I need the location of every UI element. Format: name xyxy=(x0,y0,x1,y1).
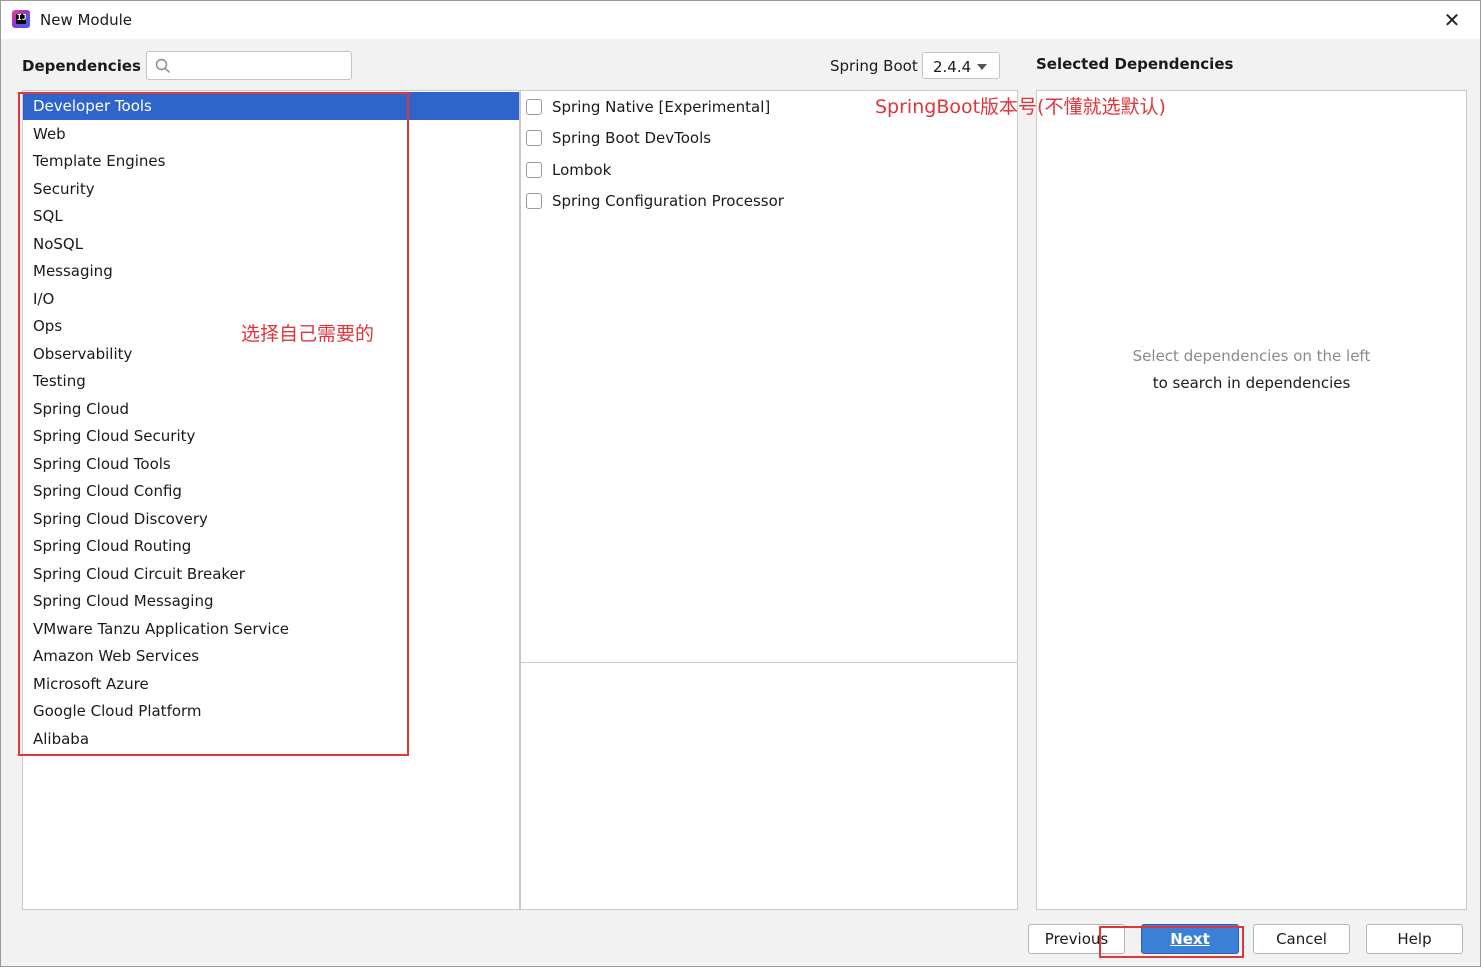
annotation-version-text: SpringBoot版本号(不懂就选默认) xyxy=(875,96,1166,118)
previous-button[interactable]: Previous xyxy=(1028,924,1125,954)
dependency-checkbox[interactable] xyxy=(526,161,542,178)
chevron-down-icon xyxy=(977,64,987,70)
cancel-button[interactable]: Cancel xyxy=(1253,924,1350,954)
app-icon-text: IJ xyxy=(17,13,27,22)
dependency-item[interactable]: Spring Boot DevTools xyxy=(525,124,711,152)
dependency-checkbox[interactable] xyxy=(526,130,542,147)
category-item[interactable]: Spring Cloud Security xyxy=(23,422,519,450)
category-item[interactable]: Spring Cloud Config xyxy=(23,477,519,505)
dependency-label: Spring Boot DevTools xyxy=(552,129,712,148)
next-button[interactable]: Next xyxy=(1141,924,1239,954)
new-module-dialog: IJ New Module ✕ Dependencies Spring Boot… xyxy=(0,0,1481,967)
spring-boot-label: Spring Boot xyxy=(830,57,918,75)
spring-boot-version-select[interactable]: 2.4.4 xyxy=(922,52,1000,79)
dependencies-label: Dependencies xyxy=(22,57,141,75)
category-item[interactable]: Testing xyxy=(23,367,519,395)
empty-hint-line2: to search in dependencies xyxy=(1152,374,1351,392)
title-bar: IJ New Module ✕ xyxy=(1,1,1480,39)
category-item[interactable]: Messaging xyxy=(23,257,519,285)
dependency-item[interactable]: Spring Native [Experimental] xyxy=(525,93,770,121)
close-icon[interactable]: ✕ xyxy=(1442,10,1462,30)
intellij-icon: IJ xyxy=(12,10,30,28)
category-item[interactable]: I/O xyxy=(23,285,519,313)
dependency-item[interactable]: Spring Configuration Processor xyxy=(525,187,784,215)
selected-dependencies-panel: Select dependencies on the left to searc… xyxy=(1036,90,1467,910)
annotation-choose-text: 选择自己需要的 xyxy=(241,323,375,345)
dependency-panel: Spring Native [Experimental] Spring Boot … xyxy=(520,90,1018,910)
category-item[interactable]: Spring Cloud Messaging xyxy=(23,587,519,615)
category-item[interactable]: NoSQL xyxy=(23,230,519,258)
search-field[interactable] xyxy=(146,51,352,80)
help-button[interactable]: Help xyxy=(1366,924,1463,954)
spring-boot-version-value: 2.4.4 xyxy=(933,58,972,76)
category-item[interactable]: Alibaba xyxy=(23,725,519,753)
category-item[interactable]: Microsoft Azure xyxy=(23,670,519,698)
category-list[interactable]: Developer Tools Web Template Engines Securi… xyxy=(22,90,520,910)
selected-dependencies-label: Selected Dependencies xyxy=(1036,55,1234,73)
search-input[interactable] xyxy=(177,55,347,76)
category-item[interactable]: Spring Cloud Routing xyxy=(23,532,519,560)
category-item[interactable]: VMware Tanzu Application Service xyxy=(23,615,519,643)
dependency-checkbox[interactable] xyxy=(526,99,542,115)
category-item[interactable]: Spring Cloud Discovery xyxy=(23,505,519,533)
search-icon xyxy=(155,58,170,73)
category-item[interactable]: Spring Cloud Tools xyxy=(23,450,519,478)
dependency-label: Spring Configuration Processor xyxy=(552,191,784,210)
category-item[interactable]: Template Engines xyxy=(23,147,519,175)
window-title: New Module xyxy=(40,11,133,29)
dependency-label: Lombok xyxy=(552,160,612,179)
category-item[interactable]: Developer Tools xyxy=(23,92,519,120)
category-item[interactable]: SQL xyxy=(23,202,519,230)
dependency-checkbox[interactable] xyxy=(526,192,542,209)
category-item[interactable]: Google Cloud Platform xyxy=(23,697,519,725)
category-item[interactable]: Web xyxy=(23,120,519,148)
category-item[interactable]: Spring Cloud Circuit Breaker xyxy=(23,560,519,588)
dependency-item[interactable]: Lombok xyxy=(525,156,611,184)
category-item[interactable]: Spring Cloud xyxy=(23,395,519,423)
description-divider xyxy=(521,662,1017,663)
dependency-label: Spring Native [Experimental] xyxy=(552,98,771,116)
category-item[interactable]: Security xyxy=(23,175,519,203)
category-item[interactable]: Amazon Web Services xyxy=(23,642,519,670)
empty-hint-line1: Select dependencies on the left xyxy=(1132,347,1371,365)
